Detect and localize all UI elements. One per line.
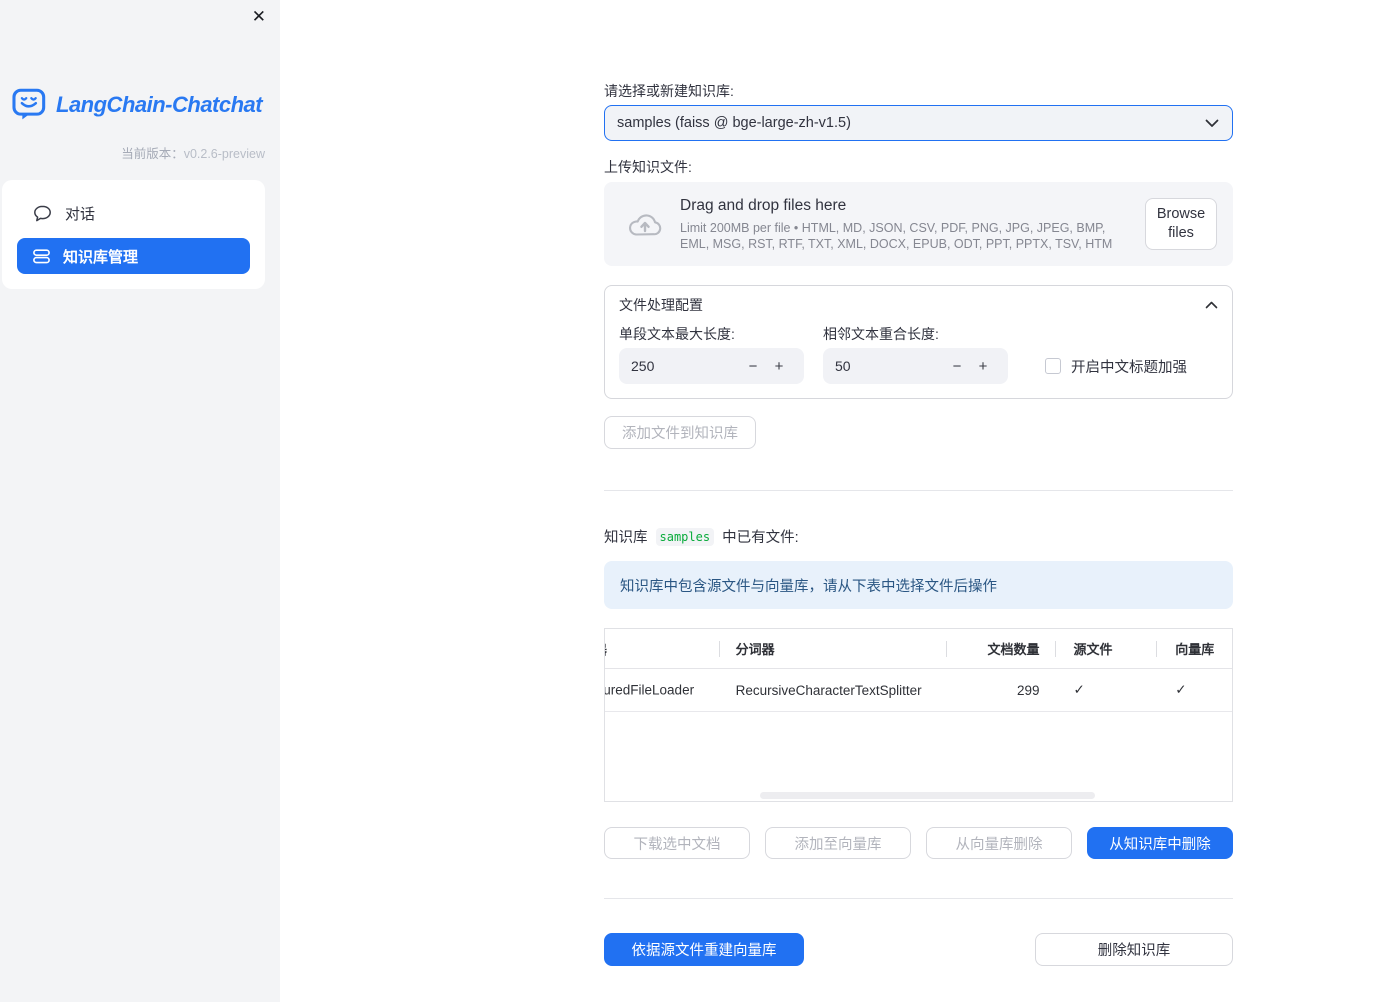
overlap-length-input[interactable]: 50 − + [823,348,1008,384]
column-header-loader[interactable]: 文档加载器 [605,629,720,668]
file-config-title: 文件处理配置 [619,296,703,313]
zh-title-enhance-label: 开启中文标题加强 [1071,359,1187,376]
sidebar-item-label: 对话 [65,205,96,223]
chat-bubble-icon [33,205,52,222]
kb-name-code: samples [655,527,715,546]
kb-files-heading: 知识库 samples 中已有文件: [604,526,1233,547]
overlap-length-value: 50 [835,358,851,374]
info-alert-text: 知识库中包含源文件与向量库，请从下表中选择文件后操作 [620,578,997,595]
add-to-vector-store-button[interactable]: 添加至向量库 [765,827,911,859]
files-table: 文档加载器 分词器 文档数量 源文件 向量库 [604,628,1233,802]
column-header-doc-count[interactable]: 文档数量 [947,629,1056,668]
overlap-length-group: 相邻文本重合长度: 50 − + [823,326,1008,384]
sidebar-item-label: 知识库管理 [63,248,139,266]
app-logo: LangChain-Chatchat [12,88,280,121]
kb-files-prefix: 知识库 [604,530,648,546]
sidebar-item-dialogue[interactable]: 对话 [17,195,250,231]
max-length-value: 250 [631,358,655,374]
chevron-up-icon [1205,301,1218,309]
checkbox-box[interactable] [1045,358,1061,374]
column-header-source-file[interactable]: 源文件 [1056,629,1158,668]
file-config-expander-header[interactable]: 文件处理配置 [605,286,1232,323]
app-title: LangChain-Chatchat [56,91,263,117]
max-length-input[interactable]: 250 − + [619,348,804,384]
overlap-increment-button[interactable]: + [970,358,996,375]
kb-select-label: 请选择或新建知识库: [604,83,734,99]
browse-files-button[interactable]: Browse files [1145,198,1217,250]
table-row[interactable]: UnstructuredFileLoader RecursiveCharacte… [605,669,1232,712]
delete-kb-button[interactable]: 删除知识库 [1035,933,1233,966]
add-files-to-kb-button[interactable]: 添加文件到知识库 [604,416,756,449]
main-area: 请选择或新建知识库: samples (faiss @ bge-large-zh… [280,0,1380,1002]
column-header-vector-store[interactable]: 向量库 [1157,629,1232,668]
uploader-texts: Drag and drop files here Limit 200MB per… [680,196,1145,252]
uploader-limit-text: Limit 200MB per file • HTML, MD, JSON, C… [680,221,1113,251]
delete-from-kb-button[interactable]: 从知识库中删除 [1087,827,1233,859]
sidebar-menu: 对话 知识库管理 [2,180,265,289]
chevron-down-icon [1204,118,1220,128]
close-sidebar-icon[interactable]: ✕ [252,6,266,28]
kb-files-suffix: 中已有文件: [722,530,799,546]
divider [604,490,1233,491]
info-alert: 知识库中包含源文件与向量库，请从下表中选择文件后操作 [604,561,1233,609]
cell-loader: UnstructuredFileLoader [605,682,695,698]
kb-maintenance-row: 依据源文件重建向量库 删除知识库 [604,933,1233,966]
upload-label: 上传知识文件: [604,159,692,175]
file-config-expander: 文件处理配置 单段文本最大长度: 250 − + 相邻文本重合长度: 50 − … [604,285,1233,399]
download-selected-button[interactable]: 下载选中文档 [604,827,750,859]
kb-selectbox[interactable]: samples (faiss @ bge-large-zh-v1.5) [604,105,1233,141]
file-config-body: 单段文本最大长度: 250 − + 相邻文本重合长度: 50 − + 开启中文标… [605,323,1232,398]
rebuild-vector-store-button[interactable]: 依据源文件重建向量库 [604,933,804,966]
file-uploader-dropzone[interactable]: Drag and drop files here Limit 200MB per… [604,182,1233,266]
chat-smiley-logo-icon [12,88,48,121]
uploader-title: Drag and drop files here [680,197,847,214]
cell-splitter: RecursiveCharacterTextSplitter [735,682,922,698]
zh-title-enhance-checkbox[interactable]: 开启中文标题加强 [1045,348,1187,384]
max-length-decrement-button[interactable]: − [740,358,766,375]
files-table-header: 文档加载器 分词器 文档数量 源文件 向量库 [605,629,1232,669]
kb-selectbox-value: samples (faiss @ bge-large-zh-v1.5) [617,115,851,131]
max-length-increment-button[interactable]: + [766,358,792,375]
cloud-upload-icon [626,210,664,238]
cell-source-file-check: ✓ [1073,682,1085,697]
sidebar-item-knowledge-base[interactable]: 知识库管理 [17,238,250,274]
divider [604,898,1233,899]
cell-vector-store-check: ✓ [1175,682,1187,697]
column-header-splitter[interactable]: 分词器 [720,629,947,668]
horizontal-scrollbar[interactable] [760,792,1095,799]
sidebar: ✕ LangChain-Chatchat 当前版本：v0.2.6-preview… [0,0,280,1002]
version-text: 当前版本：v0.2.6-preview [121,147,265,161]
overlap-length-label: 相邻文本重合长度: [823,326,939,342]
table-actions-row: 下载选中文档 添加至向量库 从向量库删除 从知识库中删除 [604,827,1233,859]
stacked-bars-icon [33,248,50,264]
max-length-label: 单段文本最大长度: [619,326,735,342]
max-length-group: 单段文本最大长度: 250 − + [619,326,804,384]
cell-doc-count: 299 [1016,682,1040,698]
overlap-decrement-button[interactable]: − [944,358,970,375]
delete-from-vector-store-button[interactable]: 从向量库删除 [926,827,1072,859]
content-column: 请选择或新建知识库: samples (faiss @ bge-large-zh… [604,0,1233,966]
